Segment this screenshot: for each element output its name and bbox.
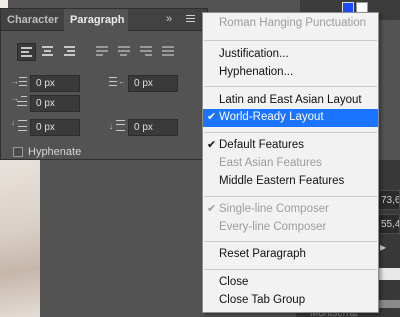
menu-item-close[interactable]: Close <box>203 274 378 292</box>
checkmark-icon: ✔ <box>207 111 217 123</box>
menu-item-label: Default Features <box>219 139 305 151</box>
align-right-icon[interactable] <box>61 43 80 61</box>
menu-item-label: Single-line Composer <box>219 203 329 215</box>
justify-all-icon[interactable] <box>159 43 178 61</box>
menu-separator <box>204 196 377 197</box>
align-center-icon[interactable] <box>39 43 58 61</box>
hyphenate-checkbox[interactable] <box>13 147 23 157</box>
color-bar <box>376 268 400 280</box>
indent-left-field[interactable]: 0 px <box>30 75 80 92</box>
menu-item-label: Latin and East Asian Layout <box>219 94 362 106</box>
scroll-bar[interactable] <box>378 300 400 308</box>
indent-first-line-icon: → <box>11 94 27 109</box>
menu-item-hyphenation[interactable]: Hyphenation... <box>203 64 378 82</box>
menu-item-label: Close <box>219 276 249 288</box>
readout-field-2[interactable]: 55,4 <box>376 214 400 234</box>
hyphenate-label: Hyphenate <box>28 146 82 158</box>
canvas-image <box>0 160 40 317</box>
checkmark-icon: ✔ <box>207 203 217 215</box>
menu-item-single-line-composer[interactable]: ✔ Single-line Composer <box>203 201 378 219</box>
justify-last-center-icon[interactable] <box>115 43 134 61</box>
justify-last-left-icon[interactable] <box>93 43 112 61</box>
menu-item-label: Justification... <box>219 48 289 60</box>
menu-item-label: Close Tab Group <box>219 294 306 306</box>
menu-item-latin-east-asian-layout[interactable]: Latin and East Asian Layout <box>203 92 378 110</box>
justify-last-right-icon[interactable] <box>137 43 156 61</box>
checkmark-icon: ✔ <box>207 139 217 151</box>
menu-item-label: East Asian Features <box>219 157 322 169</box>
readout-field-1[interactable]: 73,6 <box>376 190 400 210</box>
panel-tab-bar: Character Paragraph » <box>1 9 207 31</box>
paragraph-panel: Character Paragraph » → 0 px ← 0 px → 0 … <box>0 8 208 160</box>
menu-item-close-tab-group[interactable]: Close Tab Group <box>203 292 378 310</box>
indent-first-line-field[interactable]: 0 px <box>30 95 80 112</box>
menu-item-middle-eastern-features[interactable]: Middle Eastern Features <box>203 173 378 191</box>
align-left-icon[interactable] <box>17 43 36 61</box>
collapse-icon[interactable]: » <box>166 13 172 25</box>
menu-item-reset-paragraph[interactable]: Reset Paragraph <box>203 246 378 264</box>
menu-separator <box>204 40 377 41</box>
space-before-field[interactable]: 0 px <box>30 119 80 136</box>
indent-right-icon: ← <box>109 75 126 89</box>
tab-paragraph[interactable]: Paragraph <box>64 9 128 31</box>
space-after-icon: ↓ <box>109 119 125 133</box>
menu-item-label: Roman Hanging Punctuation <box>219 17 367 29</box>
menu-item-default-features[interactable]: ✔ Default Features <box>203 137 378 155</box>
menu-item-justification[interactable]: Justification... <box>203 46 378 64</box>
menu-item-label: Reset Paragraph <box>219 248 306 260</box>
menu-item-label: World-Ready Layout <box>219 111 324 123</box>
menu-item-label: Hyphenation... <box>219 66 294 78</box>
panel-menu-icon[interactable] <box>184 13 198 27</box>
menu-item-roman-hanging-punctuation[interactable]: Roman Hanging Punctuation <box>203 15 378 33</box>
space-after-field[interactable]: 0 px <box>128 119 178 136</box>
menu-item-east-asian-features[interactable]: East Asian Features <box>203 155 378 173</box>
paragraph-panel-menu: Roman Hanging Punctuation Justification.… <box>202 12 379 313</box>
tab-character[interactable]: Character <box>1 9 64 31</box>
menu-item-label: Middle Eastern Features <box>219 175 345 187</box>
space-before-icon: ↓ <box>11 118 27 133</box>
menu-item-every-line-composer[interactable]: Every-line Composer <box>203 219 378 237</box>
play-arrow-icon[interactable]: ▸ <box>380 240 386 254</box>
indent-left-icon: → <box>11 75 27 89</box>
menu-separator <box>204 86 377 87</box>
indent-right-field[interactable]: 0 px <box>128 75 178 92</box>
menu-separator <box>204 241 377 242</box>
menu-separator <box>204 269 377 270</box>
menu-item-label: Every-line Composer <box>219 221 327 233</box>
menu-separator <box>204 132 377 133</box>
menu-item-world-ready-layout[interactable]: ✔ World-Ready Layout <box>203 109 378 127</box>
